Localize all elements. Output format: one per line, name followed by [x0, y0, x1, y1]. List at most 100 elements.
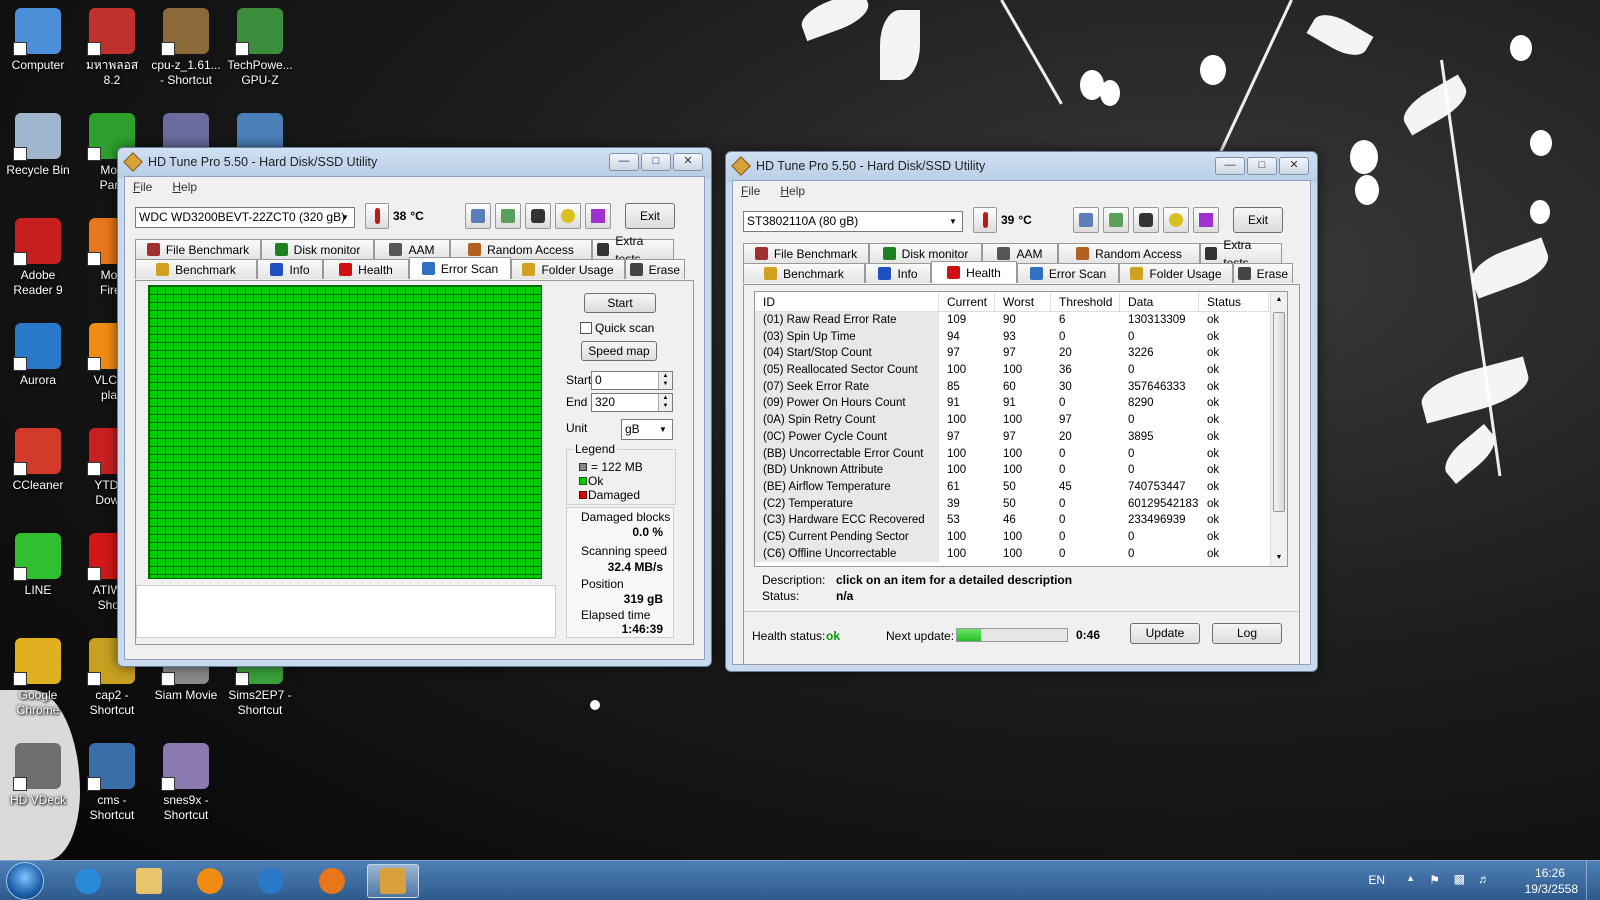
tab-extra-tests[interactable]: Extra tests [592, 234, 674, 266]
desktop-icon[interactable]: Computer [2, 8, 74, 73]
scroll-down-icon[interactable]: ▼ [1271, 550, 1287, 566]
tab-health[interactable]: Health [931, 261, 1017, 283]
table-row[interactable]: (04) Start/Stop Count 97 97 20 3226 ok [755, 345, 1287, 363]
scroll-up-icon[interactable]: ▲ [1271, 292, 1287, 308]
copy-all-button[interactable] [495, 203, 521, 229]
table-row[interactable]: (BE) Airflow Temperature 61 50 45 740753447 o… [755, 478, 1287, 496]
language-indicator[interactable]: EN [1368, 873, 1385, 887]
show-hidden-icons-icon[interactable]: ▲ [1406, 873, 1415, 883]
scroll-thumb[interactable] [1273, 312, 1285, 512]
table-row[interactable]: (C3) Hardware ECC Recovered 53 46 0 23349693… [755, 512, 1287, 529]
table-row[interactable]: (09) Power On Hours Count 91 91 0 8290 ok [755, 395, 1287, 413]
column-header[interactable]: Current [939, 292, 995, 311]
desktop-icon[interactable]: HD VDeck [2, 743, 74, 808]
tab-benchmark[interactable]: Benchmark [743, 263, 865, 283]
tab-extra-tests[interactable]: Extra tests [1200, 238, 1282, 270]
drive-select[interactable]: ST3802110A (80 gB) ▼ [743, 211, 963, 232]
table-row[interactable]: (03) Spin Up Time 94 93 0 0 ok [755, 328, 1287, 346]
clock-date[interactable]: 19/3/2558 [1525, 882, 1578, 896]
taskbar-app-aurora[interactable] [245, 864, 297, 898]
desktop-icon[interactable]: Adobe Reader 9 [2, 218, 74, 298]
copy-text-button[interactable] [1073, 207, 1099, 233]
taskbar-app-firefox[interactable] [306, 864, 358, 898]
tab-aam[interactable]: AAM [374, 239, 450, 259]
tab-disk-monitor[interactable]: Disk monitor [261, 239, 374, 259]
column-header[interactable]: Status [1199, 292, 1269, 311]
exit-button[interactable]: Exit [1233, 207, 1283, 233]
taskbar-app-internet-explorer[interactable] [62, 864, 114, 898]
save-button[interactable] [1193, 207, 1219, 233]
spinner-arrows-icon[interactable]: ▲ ▼ [658, 394, 672, 411]
table-row[interactable]: (0C) Power Cycle Count 97 97 20 3895 ok [755, 428, 1287, 446]
maximize-button[interactable]: □ [1247, 157, 1277, 175]
menu-file[interactable]: File [133, 180, 152, 194]
tab-info[interactable]: Info [865, 263, 931, 283]
screenshot-button[interactable] [1133, 207, 1159, 233]
options-button[interactable] [1163, 207, 1189, 233]
tab-benchmark[interactable]: Benchmark [135, 259, 257, 279]
column-header[interactable]: ID [755, 292, 939, 311]
tab-folder-usage[interactable]: Folder Usage [1119, 263, 1233, 283]
start-input[interactable]: 0 ▲ ▼ [591, 371, 673, 390]
table-row[interactable]: (BB) Uncorrectable Error Count 100 100 0 0 ok [755, 445, 1287, 463]
options-button[interactable] [555, 203, 581, 229]
table-row[interactable]: (07) Seek Error Rate 85 60 30 357646333 ok [755, 378, 1287, 396]
desktop-icon[interactable]: cms - Shortcut [76, 743, 148, 823]
tab-disk-monitor[interactable]: Disk monitor [869, 243, 982, 263]
drive-select[interactable]: WDC WD3200BEVT-22ZCT0 (320 gB) ▼ [135, 207, 355, 228]
close-button[interactable]: ✕ [673, 153, 703, 171]
tab-random-access[interactable]: Random Access [450, 239, 592, 259]
desktop-icon[interactable]: Recycle Bin [2, 113, 74, 178]
table-row[interactable]: (C6) Offline Uncorrectable 100 100 0 0 ok [755, 545, 1287, 563]
quick-scan-checkbox[interactable]: Quick scan [580, 321, 654, 335]
table-scrollbar[interactable]: ▲ ▼ [1270, 292, 1287, 566]
table-row[interactable]: (0A) Spin Retry Count 100 100 97 0 ok [755, 412, 1287, 429]
taskbar-app-file-explorer[interactable] [123, 864, 175, 898]
tab-random-access[interactable]: Random Access [1058, 243, 1200, 263]
tab-erase[interactable]: Erase [1233, 263, 1293, 283]
unit-select[interactable]: gB ▼ [621, 419, 673, 440]
desktop-icon[interactable]: cpu-z_1.61... - Shortcut [150, 8, 222, 88]
close-button[interactable]: ✕ [1279, 157, 1309, 175]
menu-help[interactable]: Help [172, 180, 197, 194]
copy-all-button[interactable] [1103, 207, 1129, 233]
column-header[interactable]: Threshold [1051, 292, 1120, 311]
tab-error-scan[interactable]: Error Scan [1017, 263, 1119, 283]
copy-text-button[interactable] [465, 203, 491, 229]
start-button[interactable] [6, 862, 44, 900]
spinner-arrows-icon[interactable]: ▲ ▼ [658, 372, 672, 389]
update-button[interactable]: Update [1130, 623, 1200, 644]
speed-map-button[interactable]: Speed map [581, 341, 657, 361]
log-button[interactable]: Log [1212, 623, 1282, 644]
desktop-icon[interactable]: มหาพลอส 8.2 [76, 8, 148, 88]
show-desktop-button[interactable] [1586, 861, 1600, 900]
column-header[interactable]: Worst [995, 292, 1051, 311]
table-row[interactable]: (C2) Temperature 39 50 0 60129542183 ok [755, 495, 1287, 513]
table-row[interactable]: (01) Raw Read Error Rate 109 90 6 130313309 o… [755, 312, 1287, 329]
clock-time[interactable]: 16:26 [1535, 866, 1565, 880]
desktop-icon[interactable]: LINE [2, 533, 74, 598]
table-row[interactable]: (C5) Current Pending Sector 100 100 0 0 ok [755, 528, 1287, 546]
tab-aam[interactable]: AAM [982, 243, 1058, 263]
desktop-icon[interactable]: Google Chrome [2, 638, 74, 718]
taskbar-app-hd-tune[interactable] [367, 864, 419, 898]
tab-health[interactable]: Health [323, 259, 409, 279]
menu-file[interactable]: File [741, 184, 760, 198]
tab-info[interactable]: Info [257, 259, 323, 279]
end-input[interactable]: 320 ▲ ▼ [591, 393, 673, 412]
volume-icon[interactable]: ♬ [1478, 872, 1490, 886]
action-center-flag-icon[interactable]: ⚑ [1429, 873, 1440, 887]
desktop-icon[interactable]: CCleaner [2, 428, 74, 493]
maximize-button[interactable]: □ [641, 153, 671, 171]
desktop-icon[interactable]: Aurora [2, 323, 74, 388]
table-row[interactable]: (05) Reallocated Sector Count 100 100 36 0 ok [755, 362, 1287, 379]
taskbar-app-media-player[interactable] [184, 864, 236, 898]
save-button[interactable] [585, 203, 611, 229]
menu-help[interactable]: Help [780, 184, 805, 198]
minimize-button[interactable]: — [1215, 157, 1245, 175]
minimize-button[interactable]: — [609, 153, 639, 171]
tab-file-benchmark[interactable]: File Benchmark [743, 243, 869, 263]
tab-folder-usage[interactable]: Folder Usage [511, 259, 625, 279]
network-icon[interactable]: ▩ [1454, 872, 1465, 886]
column-header[interactable]: Data [1120, 292, 1199, 311]
